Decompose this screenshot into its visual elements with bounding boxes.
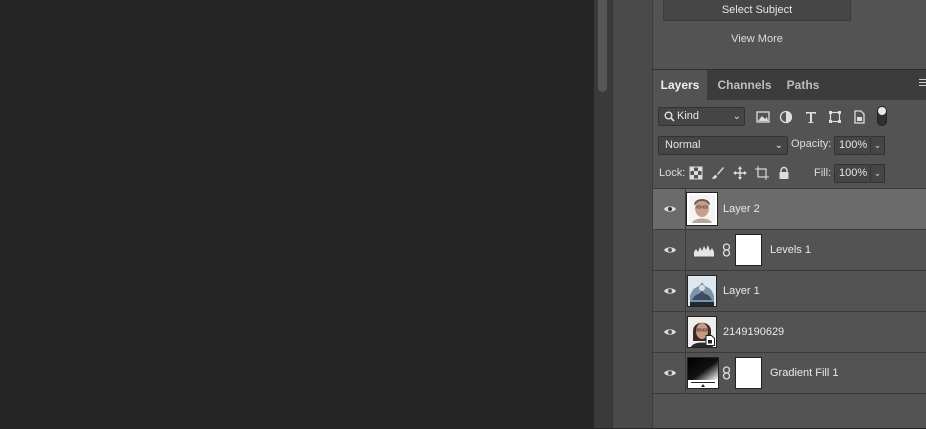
lock-transparent-pixels-icon[interactable] xyxy=(689,166,703,180)
layer-name[interactable]: Layer 1 xyxy=(723,271,760,312)
layer-name[interactable]: Gradient Fill 1 xyxy=(770,353,838,394)
opacity-label: Opacity: xyxy=(791,138,832,150)
lock-label: Lock: xyxy=(659,167,686,179)
layer-row[interactable]: 2149190629 xyxy=(653,312,926,353)
tab-channels[interactable]: Channels xyxy=(707,70,782,100)
eye-visibility-icon[interactable] xyxy=(663,285,677,297)
layer-row[interactable]: Layer 1 xyxy=(653,271,926,312)
mask-link-chain-icon[interactable] xyxy=(722,366,731,380)
adjustment-filter-icon[interactable] xyxy=(778,109,794,125)
visibility-column-divider xyxy=(685,312,686,353)
smart-object-badge-icon xyxy=(705,335,715,346)
layer-row[interactable]: Gradient Fill 1 xyxy=(653,353,926,394)
fill-dropdown-button[interactable]: ⌄ xyxy=(871,164,885,183)
eye-visibility-icon[interactable] xyxy=(663,326,677,338)
eye-visibility-icon[interactable] xyxy=(663,367,677,379)
eye-visibility-icon[interactable] xyxy=(663,203,677,215)
filter-kind-select[interactable]: Kind ⌄ xyxy=(658,107,745,126)
gradient-thumbnail-icon xyxy=(688,358,718,388)
select-subject-button[interactable]: Select Subject xyxy=(663,0,851,21)
blend-opacity-row: Normal ⌄ Opacity: 100% ⌄ xyxy=(653,133,926,157)
layer-name[interactable]: 2149190629 xyxy=(723,312,784,353)
layer-row[interactable]: Layer 2 xyxy=(653,189,926,230)
tab-layers[interactable]: Layers xyxy=(653,70,707,100)
right-panel: Select Subject View More Layers Channels… xyxy=(652,0,926,428)
layers-panel-tabs: Layers Channels Paths xyxy=(653,69,926,100)
lock-artboard-icon[interactable] xyxy=(755,166,769,180)
opacity-input[interactable]: 100% xyxy=(834,136,871,155)
visibility-column-divider xyxy=(685,189,686,230)
image-filter-icon[interactable] xyxy=(755,109,771,125)
collapsed-panel-dock xyxy=(612,0,652,428)
lock-all-icon[interactable] xyxy=(777,166,791,180)
layer-name[interactable]: Levels 1 xyxy=(770,230,811,271)
layer-thumbnail xyxy=(687,316,717,348)
blend-mode-value: Normal xyxy=(665,139,701,151)
layer-mask-thumbnail[interactable] xyxy=(735,357,762,389)
visibility-column-divider xyxy=(685,230,686,271)
visibility-column-divider xyxy=(685,271,686,312)
lock-fill-row: Lock: Fill: 100% ⌄ xyxy=(653,161,926,185)
chevron-down-icon: ⌄ xyxy=(774,140,783,151)
layers-list: Layer 2 Levels 1 Layer 1 2149190629 Grad… xyxy=(653,188,926,429)
portrait-thumbnail-icon xyxy=(689,195,715,223)
mask-link-chain-icon[interactable] xyxy=(722,243,731,257)
layer-thumbnail xyxy=(687,357,719,389)
layer-thumbnail xyxy=(687,275,717,307)
search-icon xyxy=(664,111,675,122)
filter-toggle-icon[interactable] xyxy=(877,106,887,126)
fill-input[interactable]: 100% xyxy=(834,164,871,183)
filter-kind-label: Kind xyxy=(677,110,700,122)
canvas-scrollbar-thumb[interactable] xyxy=(598,0,607,92)
lock-image-pixels-icon[interactable] xyxy=(711,166,725,180)
layer-filter-row: Kind ⌄ xyxy=(653,104,926,129)
shape-filter-icon[interactable] xyxy=(827,109,843,125)
fill-label: Fill: xyxy=(814,167,832,179)
opacity-dropdown-button[interactable]: ⌄ xyxy=(871,136,885,155)
smart-object-filter-icon[interactable] xyxy=(851,109,867,125)
layer-name[interactable]: Layer 2 xyxy=(723,189,760,230)
visibility-column-divider xyxy=(685,353,686,394)
panel-menu-icon[interactable] xyxy=(919,77,926,91)
blend-mode-select[interactable]: Normal ⌄ xyxy=(658,136,788,155)
document-canvas[interactable] xyxy=(0,0,594,428)
eye-visibility-icon[interactable] xyxy=(663,244,677,256)
properties-panel-section: Select Subject View More xyxy=(653,0,926,68)
tab-paths[interactable]: Paths xyxy=(782,70,824,100)
layer-row[interactable]: Levels 1 xyxy=(653,230,926,271)
type-filter-icon[interactable] xyxy=(803,109,819,125)
levels-histogram-icon xyxy=(694,245,714,257)
layer-thumbnail xyxy=(686,192,718,226)
chevron-down-icon: ⌄ xyxy=(732,111,741,122)
layer-mask-thumbnail[interactable] xyxy=(735,234,762,266)
view-more-link[interactable]: View More xyxy=(653,33,861,45)
texture-thumbnail-icon xyxy=(688,276,716,306)
lock-position-icon[interactable] xyxy=(733,166,747,180)
